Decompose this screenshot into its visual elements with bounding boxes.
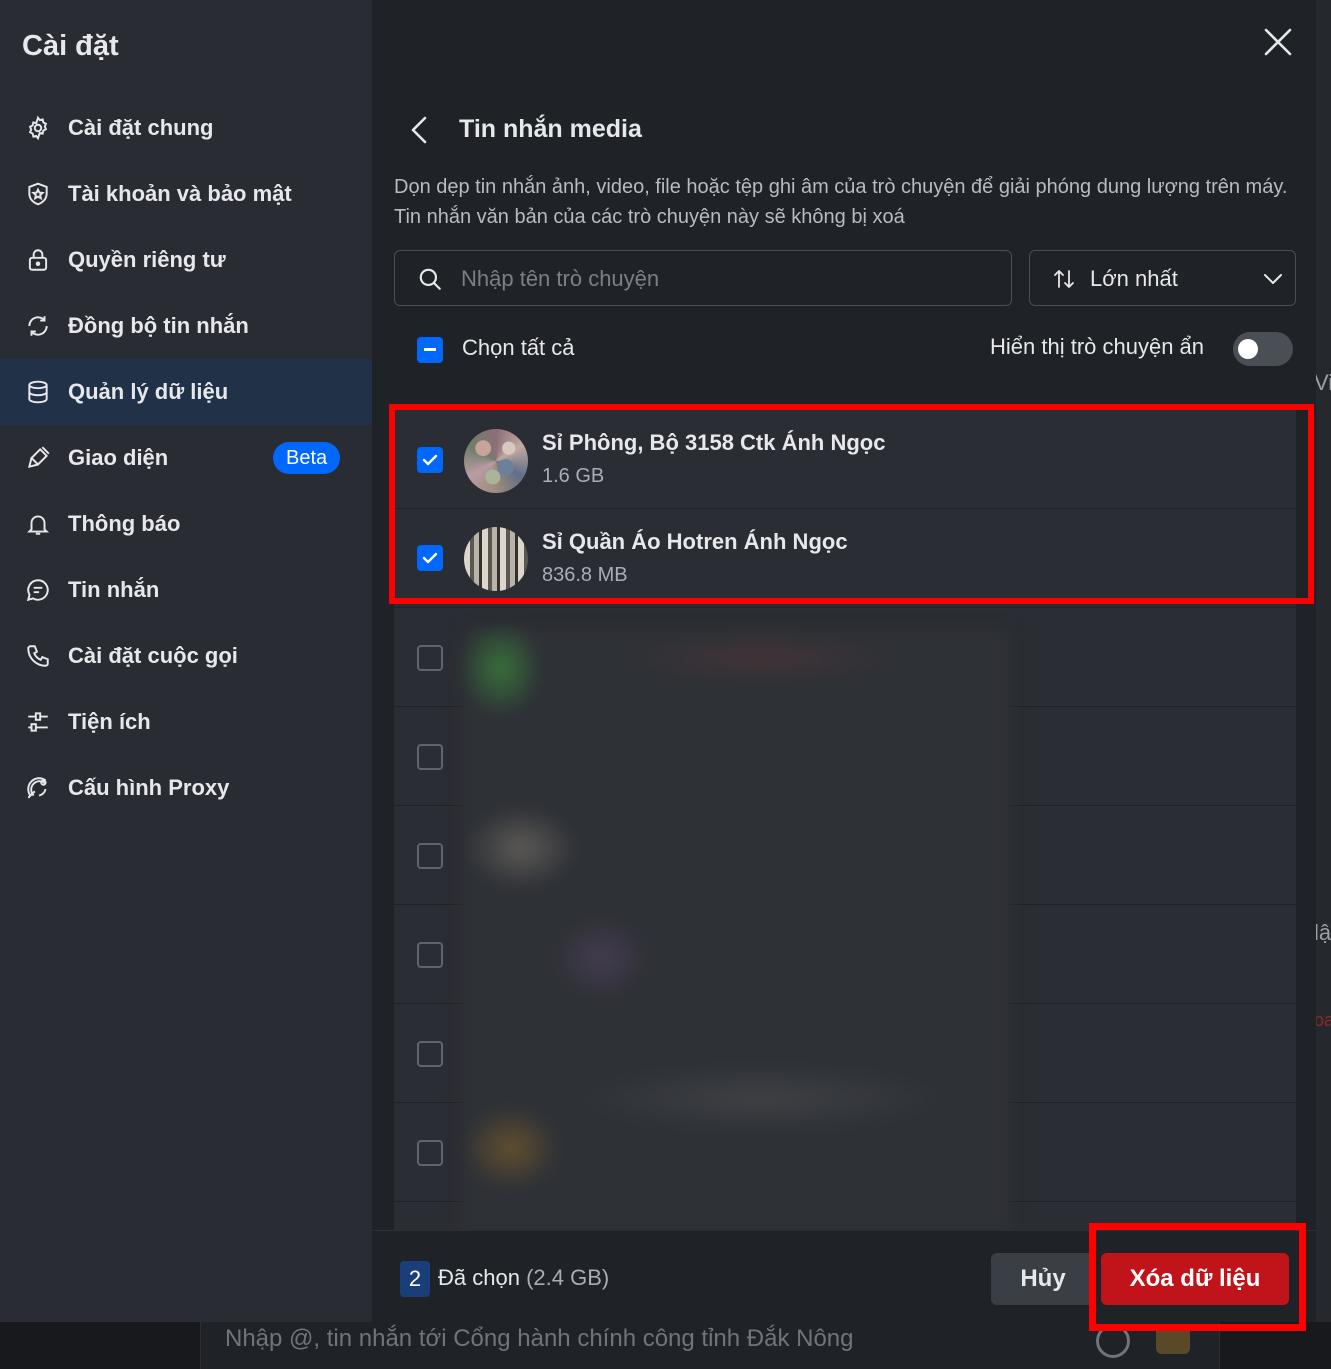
sidebar-item-label: Cài đặt chung — [68, 115, 214, 140]
cancel-button[interactable]: Hủy — [991, 1253, 1095, 1305]
back-button[interactable] — [403, 112, 437, 148]
conversation-list: Sỉ Phông, Bộ 3158 Ctk Ánh Ngọc 1.6 GB Sỉ… — [394, 410, 1296, 1230]
conversation-checkbox[interactable] — [417, 942, 443, 968]
sidebar-item-privacy[interactable]: Quyền riêng tư — [0, 227, 372, 293]
sliders-icon — [24, 708, 52, 736]
bell-icon — [24, 510, 52, 538]
chat-icon — [24, 576, 52, 604]
sidebar-item-label: Quyền riêng tư — [68, 247, 226, 272]
conversation-size: 836.8 MB — [542, 564, 628, 586]
sidebar-item-label: Tiện ích — [68, 709, 151, 734]
sidebar-item-proxy[interactable]: Cấu hình Proxy — [0, 755, 372, 821]
settings-sidebar: Cài đặt Cài đặt chung Tài khoản và bảo m… — [0, 0, 372, 1322]
background-text-fragment: oa — [1314, 1010, 1331, 1030]
database-icon — [24, 378, 52, 406]
conversation-checkbox[interactable] — [417, 1041, 443, 1067]
sidebar-item-label: Cấu hình Proxy — [68, 775, 230, 800]
conversation-checkbox[interactable] — [417, 843, 443, 869]
gear-icon — [24, 114, 52, 142]
check-icon — [422, 454, 438, 466]
thumbs-up-icon[interactable] — [1156, 1324, 1190, 1354]
background-composer-input[interactable]: Nhập @, tin nhắn tới Cổng hành chính côn… — [200, 1322, 1220, 1369]
sidebar-item-notifications[interactable]: Thông báo — [0, 491, 372, 557]
sidebar-item-label: Thông báo — [68, 511, 181, 536]
sidebar-item-label: Giao diện — [68, 445, 169, 470]
select-all-label: Chọn tất cả — [462, 335, 575, 360]
sidebar-item-call-settings[interactable]: Cài đặt cuộc gọi — [0, 623, 372, 689]
sidebar-item-data-management[interactable]: Quản lý dữ liệu — [0, 359, 372, 425]
close-icon — [1264, 28, 1292, 56]
sidebar-item-account-security[interactable]: Tài khoản và bảo mật — [0, 161, 372, 227]
sidebar-item-label: Đồng bộ tin nhắn — [68, 313, 249, 338]
page-title: Tin nhắn media — [459, 115, 642, 143]
selected-count-badge: 2 — [400, 1261, 430, 1297]
composer-placeholder: Nhập @, tin nhắn tới Cổng hành chính côn… — [225, 1325, 854, 1352]
conversation-checkbox[interactable] — [417, 447, 443, 473]
settings-dialog: Cài đặt Cài đặt chung Tài khoản và bảo m… — [0, 0, 1316, 1322]
sidebar-item-messages[interactable]: Tin nhắn — [0, 557, 372, 623]
conversation-checkbox[interactable] — [417, 645, 443, 671]
sidebar-item-label: Tin nhắn — [68, 577, 160, 602]
select-all-checkbox[interactable] — [417, 337, 443, 363]
blurred-conversations — [461, 628, 1011, 1230]
proxy-icon — [24, 774, 52, 802]
emoji-icon[interactable] — [1096, 1324, 1130, 1358]
sort-icon — [1054, 270, 1074, 288]
sidebar-item-label: Quản lý dữ liệu — [68, 379, 229, 404]
sidebar-item-general[interactable]: Cài đặt chung — [0, 95, 372, 161]
sort-dropdown[interactable]: Lớn nhất — [1029, 250, 1296, 306]
avatar — [464, 527, 528, 591]
avatar — [464, 429, 528, 493]
show-hidden-toggle[interactable] — [1233, 332, 1293, 366]
sidebar-item-appearance[interactable]: Giao diện Beta — [0, 425, 372, 491]
list-item[interactable]: Sỉ Quần Áo Hotren Ánh Ngọc 836.8 MB — [394, 509, 1296, 608]
beta-badge: Beta — [273, 442, 341, 474]
conversation-checkbox[interactable] — [417, 545, 443, 571]
check-icon — [422, 552, 438, 564]
search-input[interactable] — [461, 259, 991, 299]
brush-icon — [24, 444, 52, 472]
sidebar-item-label: Tài khoản và bảo mật — [68, 181, 292, 206]
conversation-checkbox[interactable] — [417, 744, 443, 770]
conversation-name: Sỉ Quần Áo Hotren Ánh Ngọc — [542, 529, 848, 554]
selected-summary: Đã chọn (2.4 GB) — [438, 1265, 609, 1291]
shield-icon — [24, 180, 52, 208]
sync-icon — [24, 312, 52, 340]
lock-icon — [24, 246, 52, 274]
footer-bar: 2 Đã chọn (2.4 GB) Hủy Xóa dữ liệu — [373, 1230, 1316, 1322]
chevron-down-icon — [1264, 274, 1282, 284]
conversation-checkbox[interactable] — [417, 1140, 443, 1166]
sidebar-item-label: Cài đặt cuộc gọi — [68, 643, 238, 668]
show-hidden-label: Hiển thị trò chuyện ẩn — [990, 334, 1205, 359]
background-strip — [1316, 0, 1331, 1369]
phone-icon — [24, 642, 52, 670]
background-text-fragment: lậ — [1314, 920, 1331, 945]
media-messages-panel: Tin nhắn media Dọn dẹp tin nhắn ảnh, vid… — [373, 0, 1316, 1322]
sort-selected-value: Lớn nhất — [1090, 266, 1178, 291]
page-description: Dọn dẹp tin nhắn ảnh, video, file hoặc t… — [394, 176, 1288, 228]
conversation-name: Sỉ Phông, Bộ 3158 Ctk Ánh Ngọc — [542, 430, 886, 455]
sidebar-item-message-sync[interactable]: Đồng bộ tin nhắn — [0, 293, 372, 359]
close-button[interactable] — [1258, 22, 1298, 62]
chevron-left-icon — [411, 116, 427, 144]
delete-data-button[interactable]: Xóa dữ liệu — [1101, 1253, 1289, 1305]
sidebar-title: Cài đặt — [22, 30, 119, 62]
selected-label: Đã chọn — [438, 1265, 520, 1290]
search-field — [394, 250, 1012, 306]
search-icon — [419, 268, 441, 290]
selected-size: (2.4 GB) — [526, 1265, 610, 1290]
sidebar-item-utilities[interactable]: Tiện ích — [0, 689, 372, 755]
conversation-size: 1.6 GB — [542, 465, 605, 487]
background-text-fragment: Vi — [1314, 370, 1331, 395]
list-item[interactable]: Sỉ Phông, Bộ 3158 Ctk Ánh Ngọc 1.6 GB — [394, 410, 1296, 509]
